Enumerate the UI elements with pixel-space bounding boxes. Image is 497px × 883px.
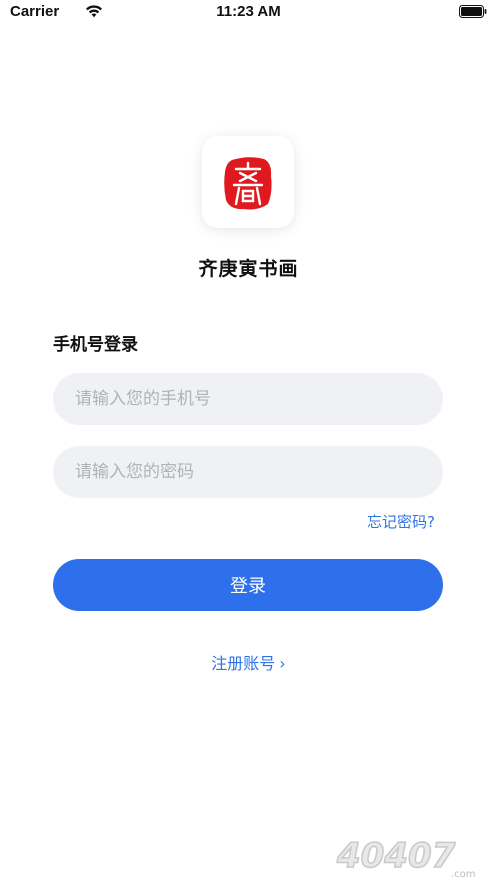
battery-icon (459, 5, 487, 18)
password-input[interactable] (53, 446, 443, 498)
chevron-right-icon: › (279, 654, 286, 673)
forgot-password-link[interactable]: 忘记密码? (367, 511, 435, 532)
app-logo (202, 136, 294, 228)
watermark-suffix: .com (451, 869, 476, 880)
clock: 11:23 AM (216, 3, 281, 20)
watermark-text: 40407 (336, 836, 456, 876)
app-name: 齐庚寅书画 (198, 258, 299, 280)
login-button[interactable]: 登录 (53, 559, 443, 611)
watermark-logo: 40407 .com (335, 835, 476, 880)
register-label: 注册账号 (211, 654, 276, 673)
login-section-title: 手机号登录 (53, 335, 138, 355)
phone-input[interactable] (53, 373, 443, 425)
seal-logo-icon (224, 157, 272, 210)
status-bar: Carrier 11:23 AM (0, 0, 497, 26)
register-link[interactable]: 注册账号 › (0, 650, 497, 674)
